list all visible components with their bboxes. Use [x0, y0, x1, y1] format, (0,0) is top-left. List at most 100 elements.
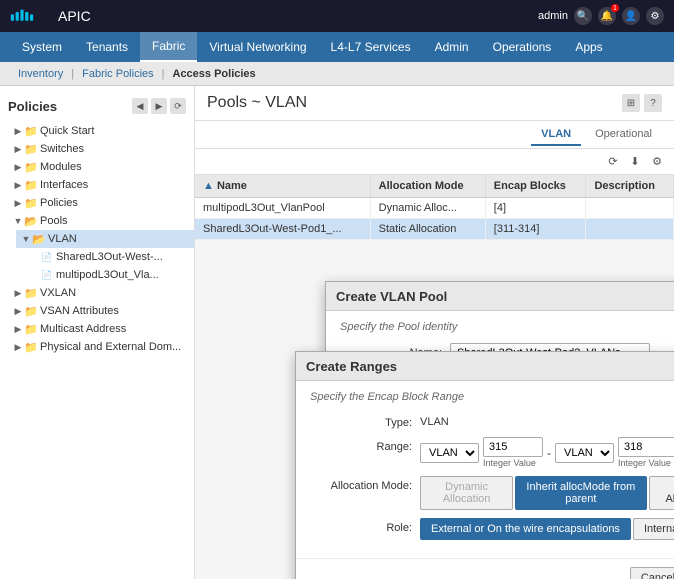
nav-system[interactable]: System [10, 32, 74, 62]
settings-btn[interactable]: ⚙ [648, 153, 666, 171]
file-icon: 📄 [40, 268, 54, 282]
col-name[interactable]: ▲ Name [195, 175, 370, 198]
tab-operational[interactable]: Operational [585, 124, 662, 146]
form-row-role: Role: External or On the wire encapsulat… [310, 518, 674, 540]
folder-icon: 📁 [24, 160, 38, 174]
role-btn-group: External or On the wire encapsulations I… [420, 518, 674, 540]
user-icon[interactable]: 👤 [622, 7, 640, 25]
nav-bar: System Tenants Fabric Virtual Networking… [0, 32, 674, 62]
subnav-access-policies[interactable]: Access Policies [165, 62, 264, 86]
external-role-btn[interactable]: External or On the wire encapsulations [420, 518, 631, 540]
subnav-fabric-policies[interactable]: Fabric Policies [74, 62, 162, 86]
sidebar-item-modules[interactable]: ▶ 📁 Modules [8, 158, 194, 176]
col-encap[interactable]: Encap Blocks [485, 175, 586, 198]
table-row[interactable]: SharedL3Out-West-Pod1_... Static Allocat… [195, 219, 674, 240]
sidebar-item-policies[interactable]: ▶ 📁 Policies [8, 194, 194, 212]
sidebar-item-vlan[interactable]: ▼ 📂 VLAN [16, 230, 194, 248]
form-row-alloc-mode: Allocation Mode: Dynamic Allocation Inhe… [310, 476, 674, 510]
download-btn[interactable]: ⬇ [626, 153, 644, 171]
nav-operations[interactable]: Operations [481, 32, 564, 62]
sidebar-icon-next[interactable]: ▶ [151, 98, 167, 114]
folder-icon: 📂 [24, 214, 38, 228]
internal-role-btn[interactable]: Internal [633, 518, 674, 540]
expand-icon: ▶ [12, 323, 24, 335]
cell-encap: [4] [485, 198, 586, 219]
alloc-mode-btn-group: Dynamic Allocation Inherit allocMode fro… [420, 476, 674, 510]
sidebar-item-vsan[interactable]: ▶ 📁 VSAN Attributes [8, 302, 194, 320]
folder-icon: 📁 [24, 286, 38, 300]
top-bar-actions: admin 🔍 🔔 1 👤 ⚙ [538, 7, 664, 25]
expand-icon: ▶ [12, 341, 24, 353]
content-header: Pools ~ VLAN ⊞ ? [195, 86, 674, 121]
sidebar-item-multipod[interactable]: 📄 multipodL3Out_Vla... [24, 266, 194, 284]
range-separator: - [547, 446, 551, 460]
sidebar-item-vxlan[interactable]: ▶ 📁 VXLAN [8, 284, 194, 302]
vlan-pool-subtitle: Specify the Pool identity [340, 321, 674, 333]
col-allocation[interactable]: Allocation Mode [370, 175, 485, 198]
sidebar-item-label: Physical and External Dom... [40, 341, 181, 353]
range-to-hint: Integer Value [618, 458, 674, 468]
ranges-modal-footer: Cancel OK [296, 558, 674, 579]
range-from-type-select[interactable]: VLAN [420, 443, 479, 463]
sidebar-item-label: multipodL3Out_Vla... [56, 269, 159, 281]
range-from-input[interactable] [483, 437, 543, 457]
sidebar-item-quick-start[interactable]: ▶ 📁 Quick Start [8, 122, 194, 140]
inherit-alloc-btn[interactable]: Inherit allocMode from parent [515, 476, 646, 510]
cell-allocation: Dynamic Alloc... [370, 198, 485, 219]
table-toolbar: ⟳ ⬇ ⚙ [195, 149, 674, 175]
folder-icon: 📁 [24, 124, 38, 138]
content-area: Pools ~ VLAN ⊞ ? VLAN Operational ⟳ ⬇ ⚙ … [195, 86, 674, 579]
range-to-type-select[interactable]: VLAN [555, 443, 614, 463]
role-label: Role: [310, 518, 420, 534]
nav-admin[interactable]: Admin [423, 32, 481, 62]
type-value: VLAN [420, 413, 449, 428]
folder-icon: 📁 [24, 340, 38, 354]
vlan-pool-modal-header: Create VLAN Pool ? × [326, 282, 674, 311]
form-row-type: Type: VLAN [310, 413, 674, 429]
sidebar-icon-prev[interactable]: ◀ [132, 98, 148, 114]
ranges-subtitle: Specify the Encap Block Range [310, 391, 674, 403]
search-icon[interactable]: 🔍 [574, 7, 592, 25]
sidebar-item-interfaces[interactable]: ▶ 📁 Interfaces [8, 176, 194, 194]
sidebar-item-switches[interactable]: ▶ 📁 Switches [8, 140, 194, 158]
settings-icon[interactable]: ⚙ [646, 7, 664, 25]
sidebar-item-label: Quick Start [40, 125, 94, 137]
col-description[interactable]: Description [586, 175, 674, 198]
range-to-input[interactable] [618, 437, 674, 457]
sidebar-header-icons: ◀ ▶ ⟳ [132, 98, 186, 114]
cell-description [586, 198, 674, 219]
nav-l4l7[interactable]: L4-L7 Services [319, 32, 423, 62]
subnav-inventory[interactable]: Inventory [10, 62, 71, 86]
nav-apps[interactable]: Apps [563, 32, 614, 62]
nav-virtual-networking[interactable]: Virtual Networking [197, 32, 318, 62]
folder-icon: 📁 [24, 304, 38, 318]
table-row[interactable]: multipodL3Out_VlanPool Dynamic Alloc... … [195, 198, 674, 219]
tab-vlan[interactable]: VLAN [531, 124, 581, 146]
cell-allocation: Static Allocation [370, 219, 485, 240]
nav-tenants[interactable]: Tenants [74, 32, 140, 62]
sidebar-item-label: Pools [40, 215, 68, 227]
range-to-group: Integer Value [618, 437, 674, 468]
sidebar-item-sharedl3out-west[interactable]: 📄 SharedL3Out-West-... [24, 248, 194, 266]
content-icon-1[interactable]: ⊞ [622, 94, 640, 112]
form-row-range: Range: VLAN Integer Value - [310, 437, 674, 468]
ranges-modal-title: Create Ranges [306, 359, 397, 374]
sidebar-item-physical[interactable]: ▶ 📁 Physical and External Dom... [8, 338, 194, 356]
help-icon[interactable]: ? [644, 94, 662, 112]
sidebar-icon-refresh[interactable]: ⟳ [170, 98, 186, 114]
sidebar: Policies ◀ ▶ ⟳ ▶ 📁 Quick Start ▶ 📁 Switc… [0, 86, 195, 579]
refresh-btn[interactable]: ⟳ [604, 153, 622, 171]
nav-fabric[interactable]: Fabric [140, 32, 197, 62]
static-alloc-btn[interactable]: Static Allocation [649, 476, 674, 510]
expand-icon: ▶ [12, 143, 24, 155]
sidebar-header: Policies ◀ ▶ ⟳ [0, 94, 194, 118]
range-label: Range: [310, 437, 420, 453]
cancel-button[interactable]: Cancel [630, 567, 674, 579]
expand-icon: ▼ [20, 233, 32, 245]
sidebar-item-label: Policies [40, 197, 78, 209]
sidebar-item-pools[interactable]: ▼ 📂 Pools [8, 212, 194, 230]
notification-icon[interactable]: 🔔 1 [598, 7, 616, 25]
sidebar-item-multicast[interactable]: ▶ 📁 Multicast Address [8, 320, 194, 338]
expand-icon: ▶ [12, 287, 24, 299]
dynamic-alloc-btn[interactable]: Dynamic Allocation [420, 476, 513, 510]
